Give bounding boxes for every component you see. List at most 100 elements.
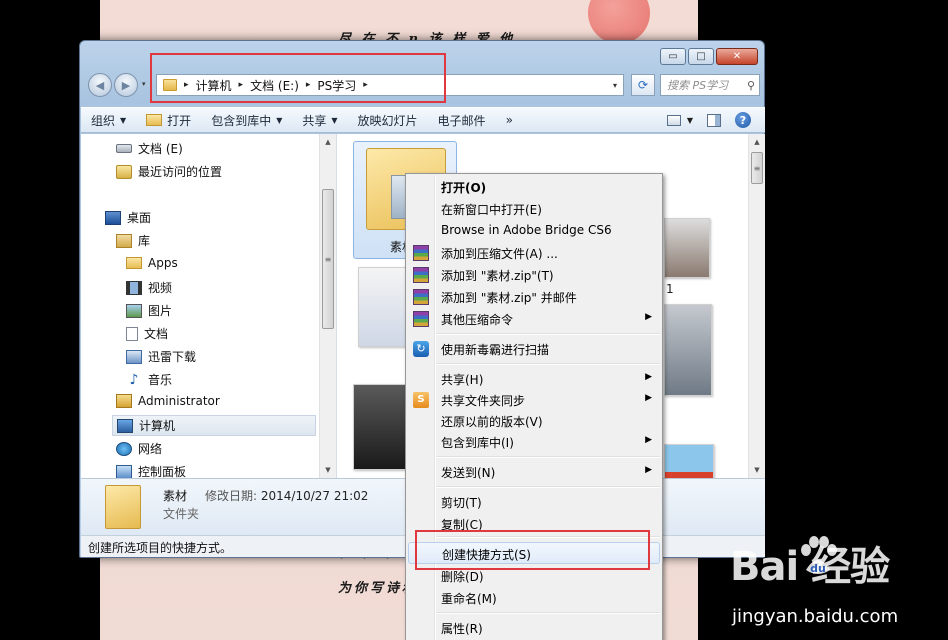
menu-item-share[interactable]: 共享(H) ▶ [408, 368, 660, 390]
menu-item-label: 剪切(T) [441, 496, 482, 510]
nav-item-apps[interactable]: Apps [126, 256, 178, 270]
menu-item-label: 使用新毒霸进行扫描 [441, 343, 550, 357]
menu-item-send-to[interactable]: 发送到(N) ▶ [408, 461, 660, 483]
menu-item-share-folder-sync[interactable]: S 共享文件夹同步 ▶ [408, 389, 660, 411]
back-button[interactable]: ◀ [88, 73, 112, 97]
command-bar: 组织 ▼ 打开 包含到库中 ▼ 共享 ▼ 放映幻灯片 电子邮件 » ▼ ? [81, 107, 765, 133]
more-commands-button[interactable]: » [496, 113, 523, 127]
minimize-button[interactable]: ▭ [660, 48, 686, 65]
chevron-down-icon: ▼ [276, 115, 283, 125]
menu-item-open-new-window[interactable]: 在新窗口中打开(E) [408, 198, 660, 220]
nav-item-computer[interactable]: 计算机 [112, 415, 316, 436]
menu-item-label: 添加到 "素材.zip"(T) [441, 269, 554, 283]
desktop-icon [105, 210, 121, 225]
details-type: 文件夹 [163, 507, 200, 521]
watermark-url: jingyan.baidu.com [732, 606, 899, 627]
nav-item-drive-e[interactable]: 文档 (E) [116, 140, 183, 157]
forward-button[interactable]: ▶ [114, 73, 138, 97]
slideshow-button[interactable]: 放映幻灯片 [348, 112, 428, 129]
open-label: 打开 [167, 113, 192, 128]
search-input[interactable]: 搜索 PS学习 ⚲ [660, 74, 760, 96]
menu-item-label: 其他压缩命令 [441, 313, 514, 327]
menu-separator [436, 456, 660, 458]
change-view-button[interactable]: ▼ [666, 114, 693, 126]
nav-item-music[interactable]: ♪ 音乐 [126, 371, 172, 388]
preview-pane-icon[interactable] [707, 113, 721, 127]
nav-item-xunlei-downloads[interactable]: 迅雷下载 [126, 348, 196, 365]
include-in-library-button[interactable]: 包含到库中 ▼ [201, 112, 292, 129]
baidu-paw-icon: du [801, 536, 837, 575]
nav-item-label: 最近访问的位置 [138, 165, 223, 179]
nav-item-network[interactable]: 网络 [116, 440, 162, 457]
menu-item-other-compress[interactable]: 其他压缩命令 ▶ [408, 308, 660, 330]
nav-item-pictures[interactable]: 图片 [126, 302, 172, 319]
user-folder-icon [116, 394, 132, 408]
menu-item-properties[interactable]: 属性(R) [408, 617, 660, 639]
menu-item-label: 删除(D) [441, 570, 484, 584]
address-dropdown-icon[interactable]: ▾ [613, 81, 617, 90]
menu-separator [436, 486, 660, 488]
menu-item-cut[interactable]: 剪切(T) [408, 491, 660, 513]
recent-pages-icon[interactable]: ▾ [142, 80, 146, 88]
nav-item-label: 图片 [148, 304, 173, 318]
drive-icon [116, 144, 132, 153]
chevron-down-icon: ▼ [331, 115, 338, 125]
nav-item-libraries[interactable]: 库 [116, 232, 150, 249]
nav-item-desktop[interactable]: 桌面 [105, 209, 151, 226]
nav-item-label: 视频 [148, 281, 173, 295]
email-button[interactable]: 电子邮件 [428, 112, 496, 129]
image-thumbnail[interactable] [664, 304, 712, 396]
content-scroll-thumb[interactable]: ≡ [751, 152, 763, 184]
menu-item-label: 打开(O) [441, 181, 487, 195]
menu-item-add-to-zip-and-email[interactable]: 添加到 "素材.zip" 并邮件 [408, 286, 660, 308]
menu-item-add-to-archive[interactable]: 添加到压缩文件(A) ... [408, 242, 660, 264]
menu-item-open[interactable]: 打开(O) [408, 176, 660, 198]
menu-item-label: 属性(R) [441, 622, 483, 636]
menu-item-label: 在新窗口中打开(E) [441, 203, 542, 217]
organize-button[interactable]: 组织 ▼ [81, 112, 136, 129]
menu-item-label: Browse in Adobe Bridge CS6 [441, 223, 612, 237]
nav-item-label: 迅雷下载 [148, 350, 197, 364]
nav-item-label: 文档 [144, 327, 169, 341]
menu-item-restore-previous[interactable]: 还原以前的版本(V) [408, 410, 660, 432]
open-folder-icon [146, 114, 163, 126]
scroll-up-icon[interactable]: ▲ [749, 134, 765, 150]
scroll-down-icon[interactable]: ▼ [749, 462, 765, 478]
nav-item-documents[interactable]: 文档 [126, 325, 168, 342]
winrar-icon [413, 267, 429, 283]
folder-icon [126, 257, 142, 269]
scroll-down-icon[interactable]: ▼ [320, 462, 336, 478]
menu-item-duba-scan[interactable]: ↻ 使用新毒霸进行扫描 [408, 338, 660, 360]
submenu-arrow-icon: ▶ [645, 372, 652, 382]
nav-item-label: Apps [148, 256, 178, 270]
screen: 尽 在 不 n 该 样 爱 他 · · · · · · · · · · 为你写诗… [0, 0, 948, 640]
nav-item-videos[interactable]: 视频 [126, 279, 172, 296]
open-button[interactable]: 打开 [136, 112, 201, 129]
nav-pane-scroll-thumb[interactable]: ≡ [322, 189, 334, 329]
menu-item-adobe-bridge[interactable]: Browse in Adobe Bridge CS6 [408, 220, 660, 242]
refresh-button[interactable]: ⟳ [631, 74, 655, 96]
menu-item-label: 共享(H) [441, 373, 484, 387]
music-icon: ♪ [129, 371, 139, 388]
video-icon [126, 280, 142, 295]
winrar-icon [413, 289, 429, 305]
submenu-arrow-icon: ▶ [645, 435, 652, 445]
image-thumbnail[interactable] [664, 218, 710, 278]
nav-item-recent-places[interactable]: 最近访问的位置 [116, 163, 222, 180]
document-icon [126, 326, 138, 341]
menu-item-add-to-zip[interactable]: 添加到 "素材.zip"(T) [408, 264, 660, 286]
close-button[interactable]: ✕ [716, 48, 758, 65]
image-thumbnail[interactable] [353, 384, 411, 470]
nav-item-administrator[interactable]: Administrator [116, 394, 220, 408]
share-button[interactable]: 共享 ▼ [292, 112, 347, 129]
menu-item-include-in-library[interactable]: 包含到库中(I) ▶ [408, 431, 660, 453]
scroll-up-icon[interactable]: ▲ [320, 134, 336, 150]
winrar-icon [413, 245, 429, 261]
menu-item-label: 发送到(N) [441, 466, 496, 480]
help-icon[interactable]: ? [735, 112, 751, 128]
content-scrollbar[interactable]: ▲ ≡ ▼ [748, 134, 765, 478]
maximize-button[interactable]: □ [688, 48, 714, 65]
menu-item-rename[interactable]: 重命名(M) [408, 587, 660, 609]
nav-item-label: 文档 (E) [138, 142, 183, 156]
nav-pane-scrollbar[interactable]: ▲ ≡ ▼ [319, 134, 336, 478]
